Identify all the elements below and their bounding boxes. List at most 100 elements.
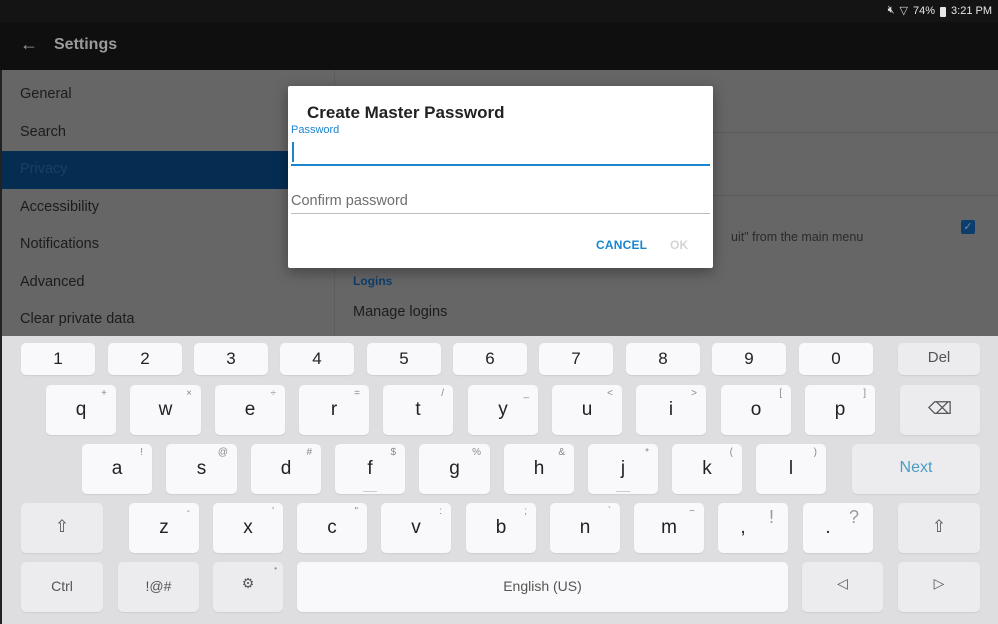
key-h[interactable]: & h xyxy=(504,444,574,494)
key-label: v xyxy=(411,517,421,538)
del-key[interactable]: Del xyxy=(898,343,980,375)
key-6[interactable]: 6 xyxy=(453,343,527,375)
key-label: t xyxy=(415,399,421,420)
key-f[interactable]: $ f xyxy=(335,444,405,494)
cursor-left-key[interactable]: ◁ xyxy=(802,562,883,612)
key-alt-label: * xyxy=(645,447,649,458)
battery-percent: 74% xyxy=(913,4,936,17)
back-arrow-icon[interactable]: ← xyxy=(20,34,38,55)
on-screen-keyboard: 1 2 3 4 5 6 7 8 9 0 Del + q × w ÷ e = r / t _… xyxy=(0,336,998,624)
key-2[interactable]: 2 xyxy=(108,343,182,375)
key-label: 1 xyxy=(53,349,63,368)
key-l[interactable]: ) l xyxy=(756,444,826,494)
next-key[interactable]: Next xyxy=(852,444,980,494)
gear-icon: ⚙ xyxy=(241,575,255,591)
key-label: o xyxy=(750,399,762,420)
key-j[interactable]: * j xyxy=(588,444,658,494)
key-label: Del xyxy=(927,349,951,366)
key-label: g xyxy=(449,458,460,479)
key-o[interactable]: [o xyxy=(721,385,791,435)
key-label: k xyxy=(702,458,712,479)
key-7[interactable]: 7 xyxy=(539,343,613,375)
sidebar-item-advanced[interactable]: Advanced xyxy=(2,264,334,302)
key-i[interactable]: > i xyxy=(636,385,706,435)
cursor-right-key[interactable]: ▷ xyxy=(898,562,980,612)
key-alt-label: ( xyxy=(729,447,733,458)
key-label: u xyxy=(581,399,593,420)
create-master-password-dialog: Create Master Password Password CANCEL O… xyxy=(288,86,713,268)
key-4[interactable]: 4 xyxy=(280,343,354,375)
home-key-marker xyxy=(616,491,630,492)
key-label: 2 xyxy=(140,349,150,368)
sidebar-item-search[interactable]: Search xyxy=(2,114,334,152)
key-alt-label: : xyxy=(439,506,442,517)
key-comma[interactable]: !, xyxy=(718,503,788,553)
key-s[interactable]: @ s xyxy=(166,444,237,494)
key-alt-label: & xyxy=(558,447,565,458)
key-u[interactable]: < u xyxy=(552,385,622,435)
key-m[interactable]: ~ m xyxy=(634,503,704,553)
key-q[interactable]: + q xyxy=(46,385,116,435)
key-label: j xyxy=(620,458,626,479)
key-label: . xyxy=(825,517,831,538)
key-5[interactable]: 5 xyxy=(367,343,441,375)
key-p[interactable]: ] p xyxy=(805,385,875,435)
key-label: d xyxy=(280,458,292,479)
mute-icon: 🔇︎ xyxy=(887,4,895,16)
ctrl-key[interactable]: Ctrl xyxy=(21,562,103,612)
shift-right-key[interactable]: ⇧ xyxy=(898,503,980,553)
ok-button[interactable]: OK xyxy=(670,238,688,252)
key-e[interactable]: ÷ e xyxy=(215,385,285,435)
key-label: 7 xyxy=(571,349,581,368)
key-3[interactable]: 3 xyxy=(194,343,268,375)
password-input[interactable] xyxy=(291,138,710,166)
key-t[interactable]: / t xyxy=(383,385,453,435)
clear-on-exit-checkbox[interactable]: ✓ xyxy=(961,220,975,234)
clear-on-exit-summary: uit" from the main menu xyxy=(731,230,864,244)
keyboard-settings-key[interactable]: • ⚙ xyxy=(213,562,283,612)
key-y[interactable]: _ y xyxy=(468,385,538,435)
manage-logins-item[interactable]: Manage logins xyxy=(353,304,447,320)
key-v[interactable]: :v xyxy=(381,503,451,553)
key-k[interactable]: (k xyxy=(672,444,742,494)
sidebar-item-accessibility[interactable]: Accessibility xyxy=(2,189,334,227)
key-alt-label: [ xyxy=(779,388,782,399)
key-period[interactable]: ?. xyxy=(803,503,873,553)
symbols-key[interactable]: !@# xyxy=(118,562,199,612)
key-a[interactable]: ! a xyxy=(82,444,152,494)
home-key-marker xyxy=(363,491,377,492)
confirm-password-input[interactable] xyxy=(291,188,710,214)
key-label: 8 xyxy=(658,349,668,368)
sidebar-item-privacy[interactable]: Privacy xyxy=(2,151,334,189)
key-label: s xyxy=(196,458,207,479)
key-alt-label: ` xyxy=(607,506,611,517)
key-label: q xyxy=(75,399,87,420)
sidebar-item-general[interactable]: General xyxy=(2,76,334,114)
key-1[interactable]: 1 xyxy=(21,343,95,375)
key-r[interactable]: = r xyxy=(299,385,369,435)
key-c[interactable]: " c xyxy=(297,503,367,553)
wifi-icon: ▽ xyxy=(899,5,908,17)
key-alt-label: # xyxy=(306,447,312,458)
key-d[interactable]: # d xyxy=(251,444,321,494)
sidebar-item-notifications[interactable]: Notifications xyxy=(2,226,334,264)
sidebar-item-clear-private-data[interactable]: Clear private data xyxy=(2,301,334,336)
key-label: y xyxy=(498,399,508,420)
key-label: l xyxy=(788,458,794,479)
cancel-button[interactable]: CANCEL xyxy=(596,238,647,252)
key-b[interactable]: ; b xyxy=(466,503,536,553)
key-0[interactable]: 0 xyxy=(799,343,873,375)
backspace-key[interactable]: ⌫ xyxy=(900,385,980,435)
key-z[interactable]: -z xyxy=(129,503,199,553)
key-x[interactable]: ' x xyxy=(213,503,283,553)
key-8[interactable]: 8 xyxy=(626,343,700,375)
key-g[interactable]: % g xyxy=(419,444,490,494)
key-n[interactable]: ` n xyxy=(550,503,620,553)
key-label: x xyxy=(243,517,253,538)
key-alt-label: ] xyxy=(863,388,866,399)
key-w[interactable]: × w xyxy=(130,385,201,435)
space-key[interactable]: English (US) xyxy=(297,562,788,612)
key-alt-dot: • xyxy=(274,564,277,573)
key-9[interactable]: 9 xyxy=(712,343,786,375)
shift-left-key[interactable]: ⇧ xyxy=(21,503,103,553)
